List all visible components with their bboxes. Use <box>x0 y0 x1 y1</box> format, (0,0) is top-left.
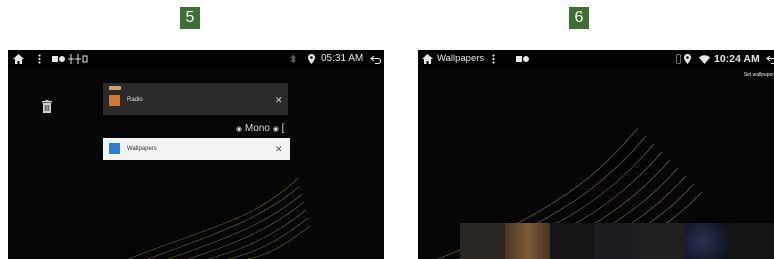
status-bar: Wallpapers 10:24 AM <box>418 50 774 68</box>
phone-icon <box>676 50 681 68</box>
step-badge-6: 6 <box>569 7 589 29</box>
mono-indicator: ◉ Mono ◉ [ <box>236 123 285 134</box>
close-icon[interactable]: ✕ <box>275 95 283 106</box>
wallpaper-thumbnail[interactable] <box>684 223 730 259</box>
set-wallpaper-button[interactable]: Set wallpaper <box>744 72 774 78</box>
wallpaper-thumbnail[interactable] <box>549 223 595 259</box>
wallpapers-screen: Wallpapers 10:24 AM Set wallpaper <box>418 50 774 259</box>
wallpaper-thumbnail[interactable] <box>729 223 774 259</box>
trash-icon[interactable] <box>42 100 52 118</box>
wallpaper-thumbnail[interactable] <box>460 223 505 259</box>
recent-app-label: Wallpapers <box>127 146 157 152</box>
app-title: Wallpapers <box>437 53 485 64</box>
home-icon[interactable] <box>422 50 433 68</box>
more-vert-icon[interactable] <box>492 50 495 68</box>
notification-icon <box>52 50 66 68</box>
recents-screen: 05:31 AM Radio ✕ ◉ Mono ◉ [ Wallpapers ✕ <box>8 50 384 259</box>
status-time: 05:31 AM <box>321 53 364 64</box>
wallpaper-thumbnail[interactable] <box>594 223 640 259</box>
radio-preview <box>109 86 121 90</box>
location-icon <box>684 50 691 68</box>
recent-card-wallpapers[interactable]: Wallpapers ✕ <box>103 138 290 160</box>
more-vert-icon[interactable] <box>38 50 41 68</box>
status-time: 10:24 AM <box>714 53 760 65</box>
usb-icon <box>68 50 88 68</box>
home-icon[interactable] <box>13 50 24 68</box>
wallpapers-app-icon <box>109 143 120 154</box>
notification-icon <box>516 50 530 68</box>
bluetooth-icon <box>290 50 296 68</box>
wallpaper-thumbnail[interactable] <box>504 223 550 259</box>
step-badge-5: 5 <box>180 7 200 29</box>
wifi-icon <box>699 50 710 68</box>
close-icon[interactable]: ✕ <box>275 144 283 155</box>
back-icon[interactable] <box>370 50 381 68</box>
wallpaper-thumbnail-strip <box>460 223 774 259</box>
mono-label: Mono <box>244 123 270 134</box>
radio-app-icon <box>109 95 120 106</box>
recent-app-label: Radio <box>127 97 143 103</box>
location-icon <box>308 50 315 68</box>
status-bar: 05:31 AM <box>8 50 384 68</box>
back-icon[interactable] <box>766 50 774 68</box>
recent-card-radio[interactable]: Radio ✕ <box>103 83 288 115</box>
wallpaper-thumbnail[interactable] <box>639 223 685 259</box>
